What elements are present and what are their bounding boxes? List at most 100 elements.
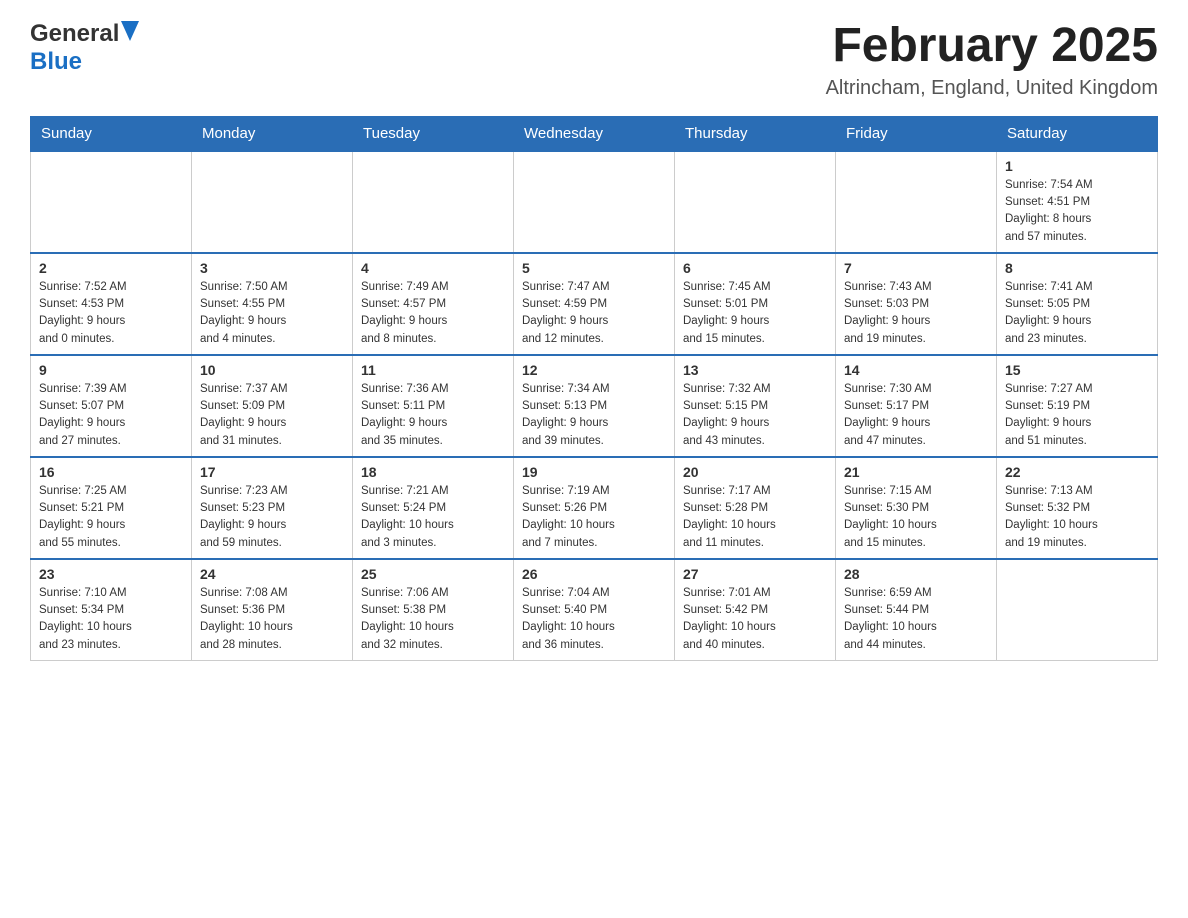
day-number: 2 [39,260,183,276]
day-info: Sunrise: 7:21 AM Sunset: 5:24 PM Dayligh… [361,483,505,552]
week-row-1: 1Sunrise: 7:54 AM Sunset: 4:51 PM Daylig… [31,151,1158,253]
logo-triangle-icon [121,21,139,43]
day-number: 8 [1005,260,1149,276]
day-cell: 24Sunrise: 7:08 AM Sunset: 5:36 PM Dayli… [192,559,353,661]
day-number: 26 [522,566,666,582]
day-cell: 22 Sunrise: 7:13 AM Sunset: 5:32 PM Dayli… [997,457,1158,559]
header-sunday: Sunday [31,116,192,151]
day-info: Sunrise: 7:43 AM Sunset: 5:03 PM Dayligh… [844,279,988,348]
calendar-table: SundayMondayTuesdayWednesdayThursdayFrid… [30,116,1158,661]
day-info: Sunrise: 7:37 AM Sunset: 5:09 PM Dayligh… [200,381,344,450]
day-info: Sunrise: 7:39 AM Sunset: 5:07 PM Dayligh… [39,381,183,450]
day-cell: 21Sunrise: 7:15 AM Sunset: 5:30 PM Dayli… [836,457,997,559]
day-number: 16 [39,464,183,480]
day-cell: 25 Sunrise: 7:06 AM Sunset: 5:38 PM Dayli… [353,559,514,661]
day-number: 17 [200,464,344,480]
day-number: 3 [200,260,344,276]
day-info: Sunrise: 7:27 AM Sunset: 5:19 PM Dayligh… [1005,381,1149,450]
week-row-4: 16 Sunrise: 7:25 AM Sunset: 5:21 PM Dayli… [31,457,1158,559]
day-number: 28 [844,566,988,582]
day-info: Sunrise: 7:34 AM Sunset: 5:13 PM Dayligh… [522,381,666,450]
day-number: 11 [361,362,505,378]
day-cell: 26 Sunrise: 7:04 AM Sunset: 5:40 PM Dayli… [514,559,675,661]
day-number: 19 [522,464,666,480]
day-cell: 18Sunrise: 7:21 AM Sunset: 5:24 PM Dayli… [353,457,514,559]
day-cell [675,151,836,253]
logo-general-text: General [30,20,119,48]
calendar-header-row: SundayMondayTuesdayWednesdayThursdayFrid… [31,116,1158,151]
day-cell: 23Sunrise: 7:10 AM Sunset: 5:34 PM Dayli… [31,559,192,661]
day-number: 20 [683,464,827,480]
day-cell: 5 Sunrise: 7:47 AM Sunset: 4:59 PM Daylig… [514,253,675,355]
day-number: 5 [522,260,666,276]
day-cell: 12Sunrise: 7:34 AM Sunset: 5:13 PM Dayli… [514,355,675,457]
day-cell: 15 Sunrise: 7:27 AM Sunset: 5:19 PM Dayli… [997,355,1158,457]
day-cell: 17 Sunrise: 7:23 AM Sunset: 5:23 PM Dayli… [192,457,353,559]
day-info: Sunrise: 7:52 AM Sunset: 4:53 PM Dayligh… [39,279,183,348]
day-info: Sunrise: 7:47 AM Sunset: 4:59 PM Dayligh… [522,279,666,348]
logo-blue-text: Blue [30,48,82,75]
day-info: Sunrise: 7:17 AM Sunset: 5:28 PM Dayligh… [683,483,827,552]
day-info: Sunrise: 7:45 AM Sunset: 5:01 PM Dayligh… [683,279,827,348]
day-cell: 2 Sunrise: 7:52 AM Sunset: 4:53 PM Daylig… [31,253,192,355]
day-info: Sunrise: 6:59 AM Sunset: 5:44 PM Dayligh… [844,585,988,654]
day-info: Sunrise: 7:32 AM Sunset: 5:15 PM Dayligh… [683,381,827,450]
day-number: 15 [1005,362,1149,378]
day-cell [836,151,997,253]
day-cell [192,151,353,253]
day-info: Sunrise: 7:06 AM Sunset: 5:38 PM Dayligh… [361,585,505,654]
logo: General Blue [30,20,139,76]
day-cell [997,559,1158,661]
day-info: Sunrise: 7:04 AM Sunset: 5:40 PM Dayligh… [522,585,666,654]
day-number: 6 [683,260,827,276]
month-title: February 2025 [826,20,1158,73]
page-header: General Blue February 2025 Altrincham, E… [30,20,1158,100]
day-info: Sunrise: 7:36 AM Sunset: 5:11 PM Dayligh… [361,381,505,450]
day-cell: 28 Sunrise: 6:59 AM Sunset: 5:44 PM Dayli… [836,559,997,661]
day-cell: 13 Sunrise: 7:32 AM Sunset: 5:15 PM Dayli… [675,355,836,457]
day-info: Sunrise: 7:41 AM Sunset: 5:05 PM Dayligh… [1005,279,1149,348]
day-cell: 19 Sunrise: 7:19 AM Sunset: 5:26 PM Dayli… [514,457,675,559]
day-number: 24 [200,566,344,582]
header-wednesday: Wednesday [514,116,675,151]
header-thursday: Thursday [675,116,836,151]
title-area: February 2025 Altrincham, England, Unite… [826,20,1158,100]
day-number: 22 [1005,464,1149,480]
day-info: Sunrise: 7:30 AM Sunset: 5:17 PM Dayligh… [844,381,988,450]
header-saturday: Saturday [997,116,1158,151]
day-info: Sunrise: 7:25 AM Sunset: 5:21 PM Dayligh… [39,483,183,552]
day-cell: 7 Sunrise: 7:43 AM Sunset: 5:03 PM Daylig… [836,253,997,355]
day-number: 7 [844,260,988,276]
week-row-5: 23Sunrise: 7:10 AM Sunset: 5:34 PM Dayli… [31,559,1158,661]
week-row-2: 2 Sunrise: 7:52 AM Sunset: 4:53 PM Daylig… [31,253,1158,355]
day-cell: 16 Sunrise: 7:25 AM Sunset: 5:21 PM Dayli… [31,457,192,559]
day-cell: 9Sunrise: 7:39 AM Sunset: 5:07 PM Daylig… [31,355,192,457]
day-number: 1 [1005,158,1149,174]
day-info: Sunrise: 7:01 AM Sunset: 5:42 PM Dayligh… [683,585,827,654]
day-cell: 11 Sunrise: 7:36 AM Sunset: 5:11 PM Dayli… [353,355,514,457]
day-cell [31,151,192,253]
day-cell: 27 Sunrise: 7:01 AM Sunset: 5:42 PM Dayli… [675,559,836,661]
day-number: 14 [844,362,988,378]
day-cell: 1Sunrise: 7:54 AM Sunset: 4:51 PM Daylig… [997,151,1158,253]
day-info: Sunrise: 7:13 AM Sunset: 5:32 PM Dayligh… [1005,483,1149,552]
day-info: Sunrise: 7:50 AM Sunset: 4:55 PM Dayligh… [200,279,344,348]
day-cell [353,151,514,253]
day-number: 27 [683,566,827,582]
day-info: Sunrise: 7:15 AM Sunset: 5:30 PM Dayligh… [844,483,988,552]
day-number: 13 [683,362,827,378]
location-text: Altrincham, England, United Kingdom [826,77,1158,100]
day-info: Sunrise: 7:23 AM Sunset: 5:23 PM Dayligh… [200,483,344,552]
day-cell: 14 Sunrise: 7:30 AM Sunset: 5:17 PM Dayli… [836,355,997,457]
header-monday: Monday [192,116,353,151]
day-cell: 10 Sunrise: 7:37 AM Sunset: 5:09 PM Dayli… [192,355,353,457]
day-number: 10 [200,362,344,378]
day-info: Sunrise: 7:49 AM Sunset: 4:57 PM Dayligh… [361,279,505,348]
day-cell: 8 Sunrise: 7:41 AM Sunset: 5:05 PM Daylig… [997,253,1158,355]
day-info: Sunrise: 7:19 AM Sunset: 5:26 PM Dayligh… [522,483,666,552]
day-number: 4 [361,260,505,276]
header-friday: Friday [836,116,997,151]
day-cell: 4 Sunrise: 7:49 AM Sunset: 4:57 PM Daylig… [353,253,514,355]
week-row-3: 9Sunrise: 7:39 AM Sunset: 5:07 PM Daylig… [31,355,1158,457]
day-number: 25 [361,566,505,582]
